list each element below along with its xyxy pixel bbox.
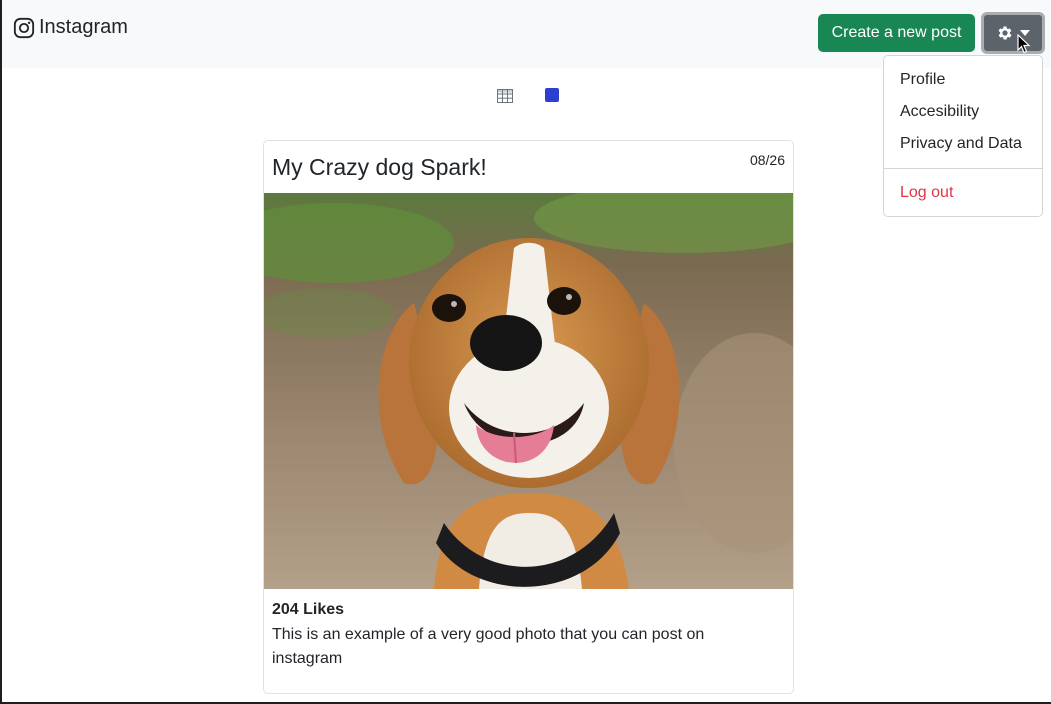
post-title: My Crazy dog Spark!	[272, 154, 487, 180]
post-likes: 204 Likes	[272, 601, 345, 618]
grid-view-icon[interactable]	[497, 89, 513, 103]
create-post-button[interactable]: Create a new post	[818, 14, 975, 52]
post-date: 08/26	[749, 152, 785, 168]
menu-divider	[884, 168, 1042, 169]
single-view-icon[interactable]	[545, 88, 559, 102]
menu-item-accessibility[interactable]: Accesibility	[884, 96, 1042, 128]
settings-dropdown-button[interactable]	[981, 12, 1045, 54]
post-caption: This is an example of a very good photo …	[272, 626, 705, 667]
menu-item-logout[interactable]: Log out	[884, 177, 1042, 209]
chevron-down-icon	[1020, 30, 1030, 36]
settings-dropdown-menu: Profile Accesibility Privacy and Data Lo…	[883, 55, 1043, 217]
gear-icon	[998, 26, 1012, 40]
brand-link[interactable]: Instagram	[13, 16, 128, 39]
instagram-icon	[13, 17, 35, 38]
post-card: My Crazy dog Spark! 08/26 204 Likes This…	[263, 140, 794, 694]
menu-item-profile[interactable]: Profile	[884, 64, 1042, 96]
post-photo	[264, 193, 793, 589]
menu-item-privacy[interactable]: Privacy and Data	[884, 128, 1042, 160]
brand-name: Instagram	[39, 16, 128, 38]
